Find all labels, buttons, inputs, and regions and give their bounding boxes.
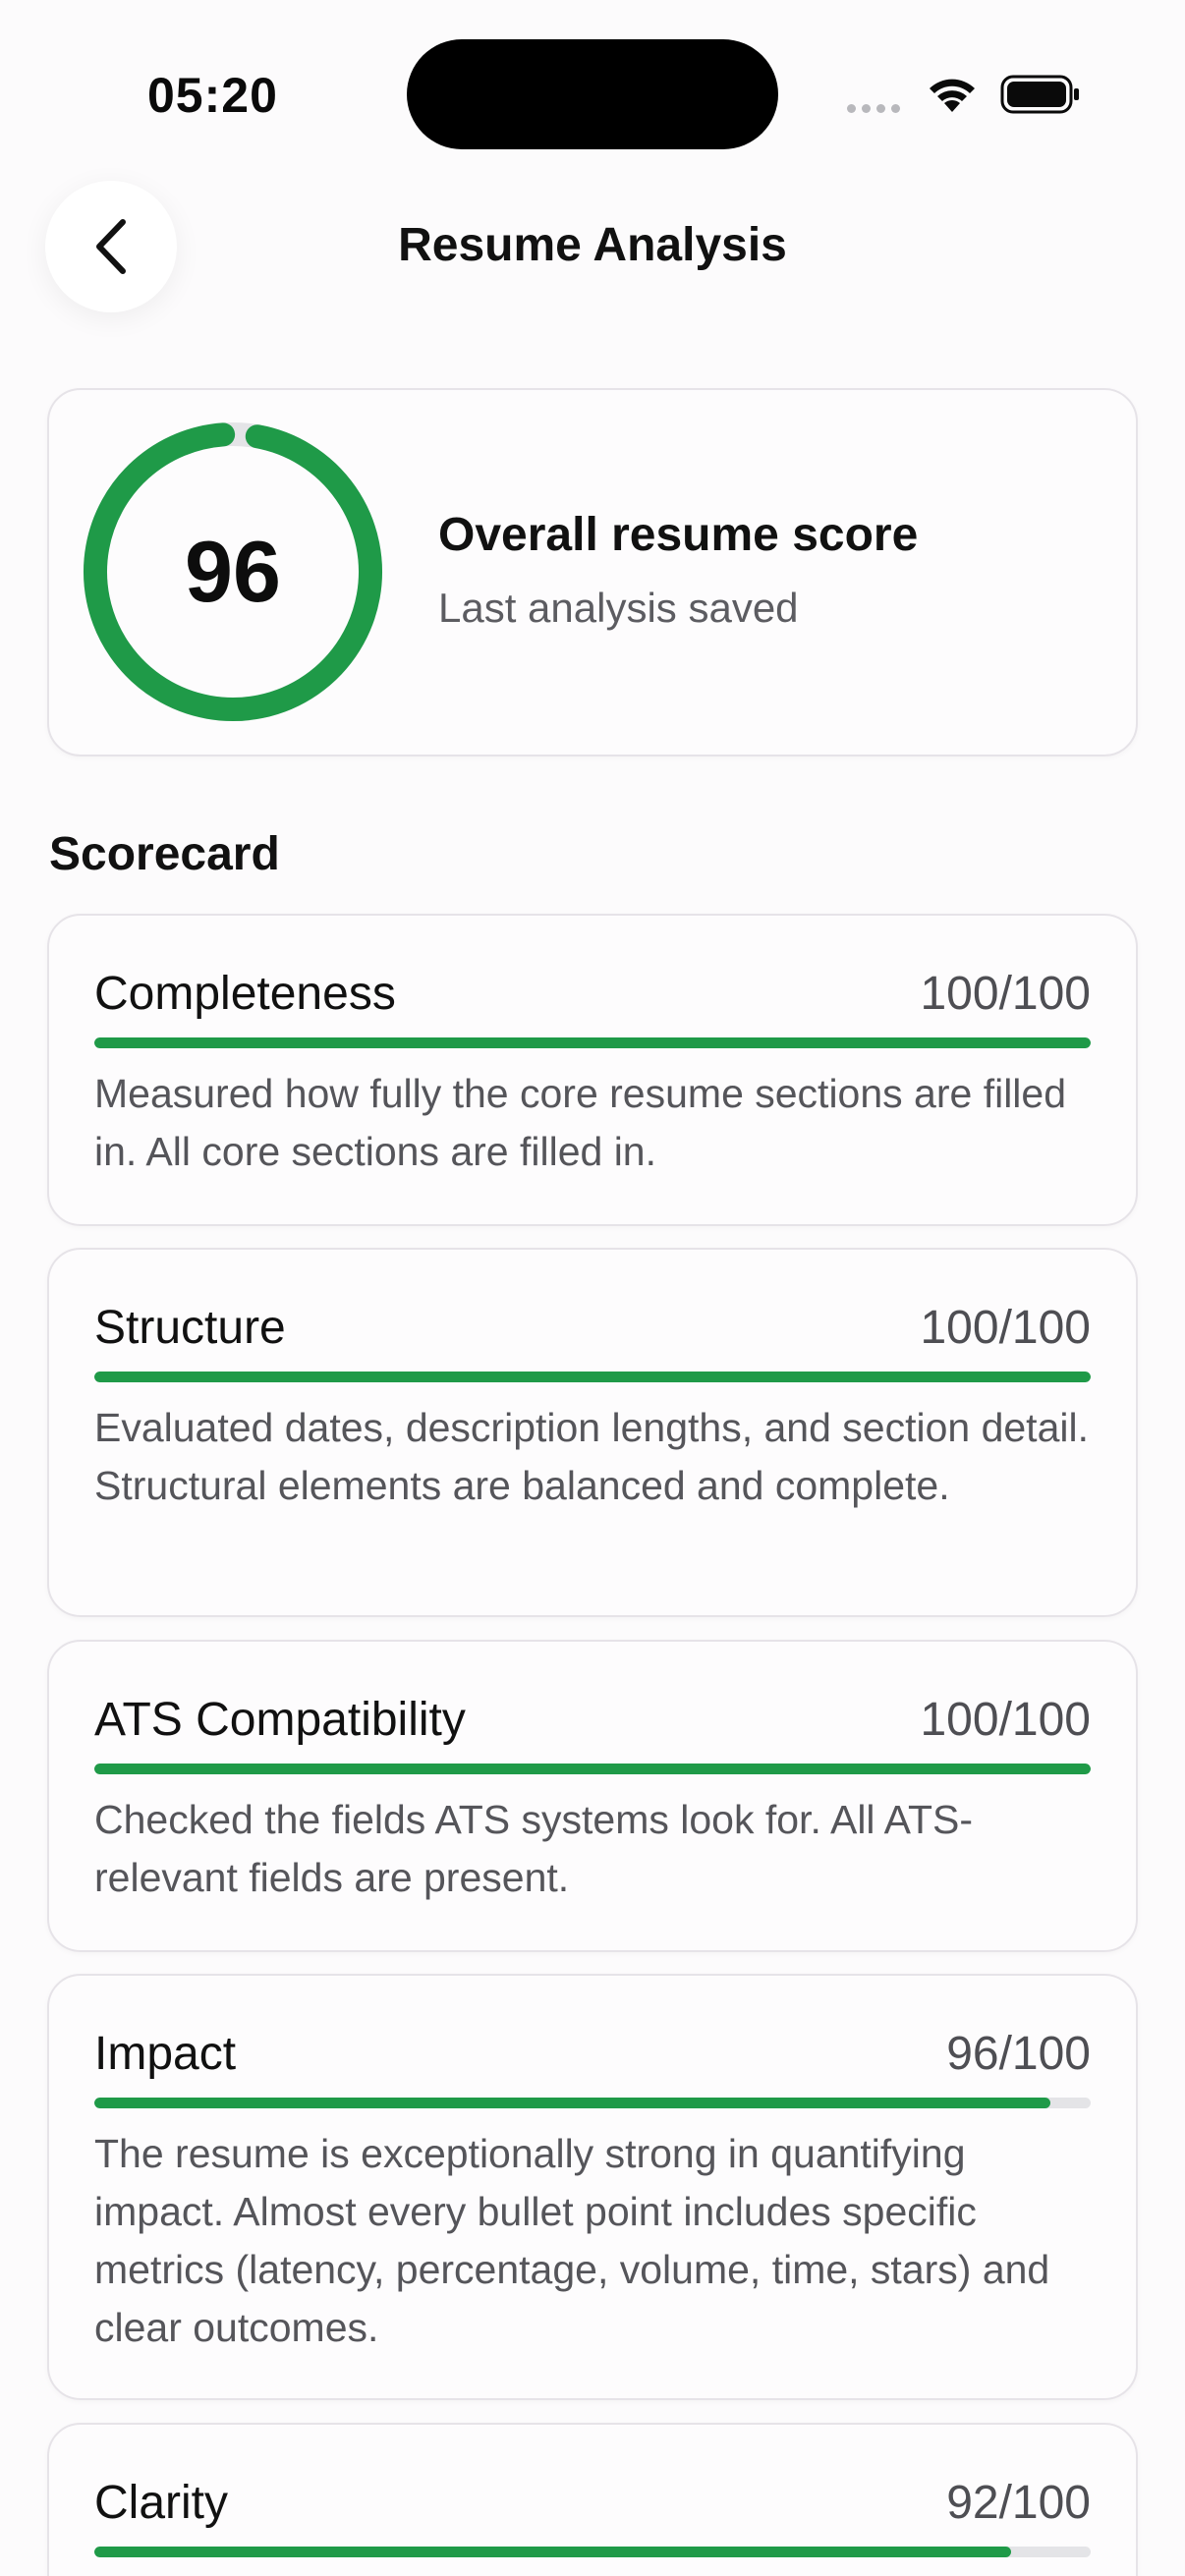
metric-card-completeness: Completeness 100/100 Measured how fully …	[47, 914, 1138, 1226]
metric-description: Evaluated dates, description lengths, an…	[94, 1405, 1089, 1508]
metric-progress-bar	[94, 1372, 1091, 1382]
page-title: Resume Analysis	[398, 219, 787, 271]
metric-score: 100/100	[920, 1302, 1091, 1354]
overall-score-card: 96 Overall resume score Last analysis sa…	[47, 388, 1138, 756]
metric-progress-fill	[94, 2547, 1011, 2557]
metric-progress-bar	[94, 2547, 1091, 2557]
metric-description: Checked the fields ATS systems look for.…	[94, 1797, 974, 1900]
metric-card-ats-compatibility: ATS Compatibility 100/100 Checked the fi…	[47, 1640, 1138, 1952]
metric-name: Completeness	[94, 968, 396, 1020]
cellular-signal-icon	[847, 104, 900, 113]
metric-progress-fill	[94, 1372, 1091, 1382]
metric-progress-fill	[94, 1037, 1091, 1048]
metric-description: The resume is exceptionally strong in qu…	[94, 2131, 1050, 2350]
status-bar: 05:20	[0, 0, 1185, 187]
overall-score-value: 96	[185, 523, 281, 620]
overall-score-subtitle: Last analysis saved	[438, 585, 799, 631]
dynamic-island	[407, 39, 778, 149]
metric-description: Measured how fully the core resume secti…	[94, 1071, 1067, 1174]
metric-progress-fill	[94, 1764, 1091, 1774]
metric-score: 100/100	[920, 1694, 1091, 1746]
wifi-icon	[930, 79, 975, 112]
metric-name: Impact	[94, 2028, 237, 2080]
status-time: 05:20	[147, 68, 278, 123]
metric-name: Clarity	[94, 2477, 229, 2529]
metric-progress-bar	[94, 2098, 1091, 2108]
metric-score: 92/100	[946, 2477, 1091, 2529]
metric-score: 100/100	[920, 968, 1091, 1020]
metric-progress-fill	[94, 2098, 1051, 2108]
metric-score: 96/100	[946, 2028, 1091, 2080]
metric-progress-bar	[94, 1037, 1091, 1048]
overall-score-heading: Overall resume score	[438, 509, 919, 561]
battery-icon	[1000, 75, 1079, 114]
metric-card-structure: Structure 100/100 Evaluated dates, descr…	[47, 1248, 1138, 1617]
metric-card-impact: Impact 96/100 The resume is exceptionall…	[47, 1974, 1138, 2400]
metric-name: ATS Compatibility	[94, 1694, 466, 1746]
metric-card-clarity: Clarity 92/100	[47, 2423, 1138, 2576]
metric-progress-bar	[94, 1764, 1091, 1774]
resume-analysis-screen: 05:20 Resume Analysis 96 Overall resume …	[0, 0, 1185, 2576]
metric-name: Structure	[94, 1302, 286, 1354]
scorecard-title: Scorecard	[49, 828, 280, 880]
